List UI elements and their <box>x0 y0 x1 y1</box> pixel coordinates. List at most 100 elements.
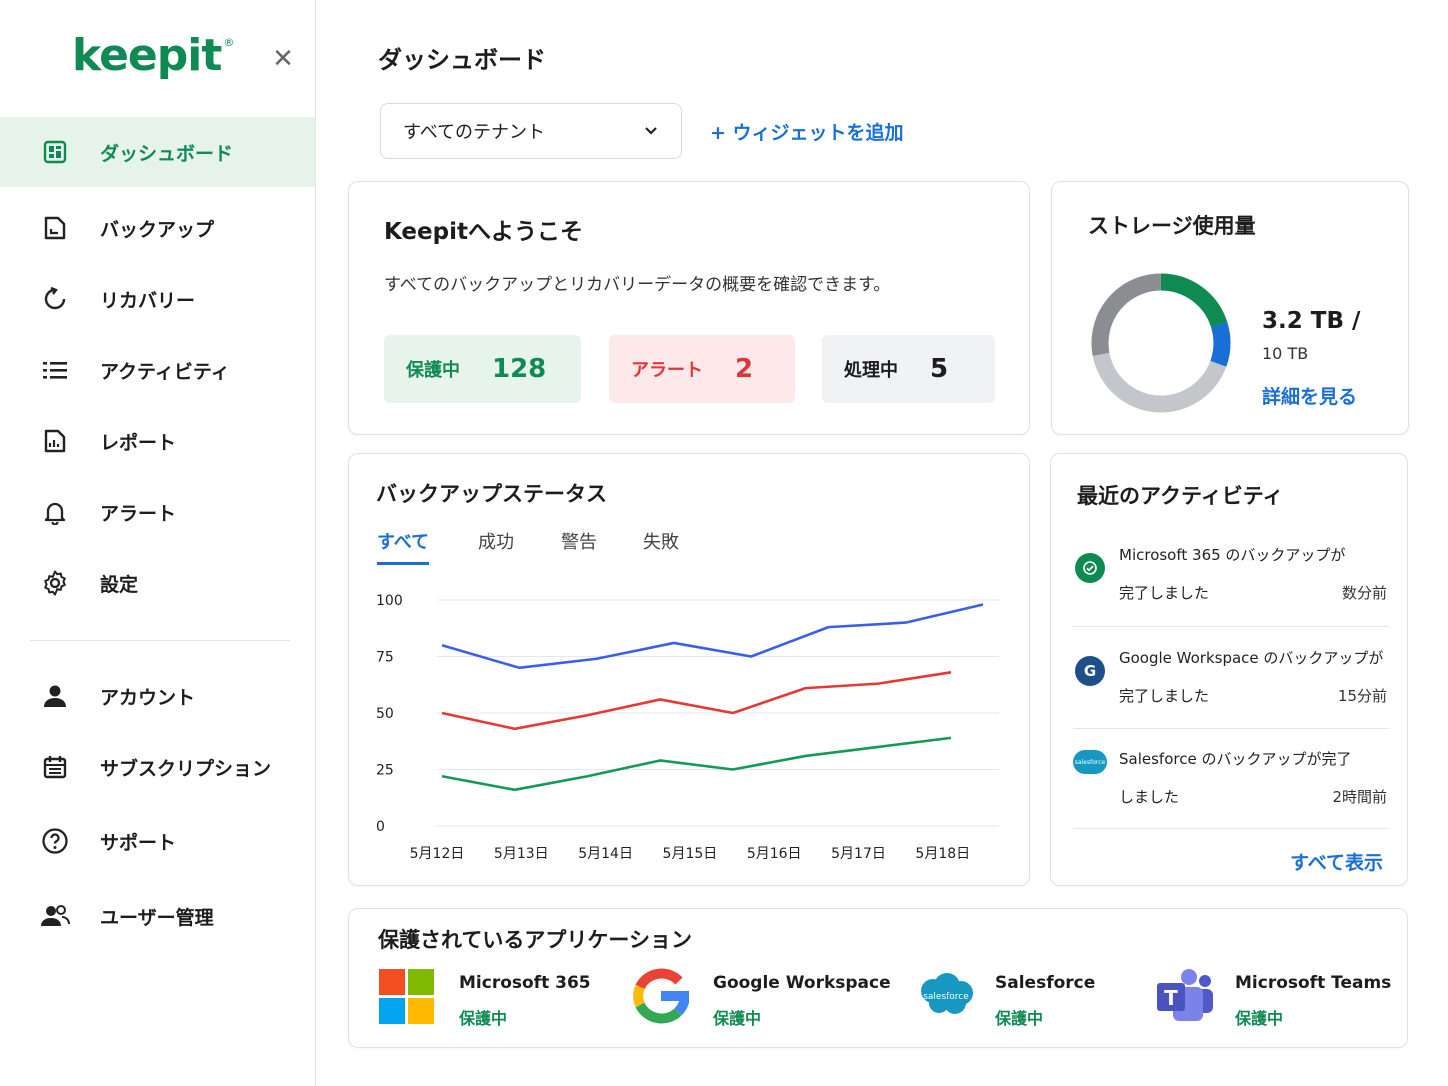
sidebar-item-settings[interactable]: 設定 <box>0 548 315 618</box>
sidebar-item-label: レポート <box>100 431 177 454</box>
logo-text: keepit <box>72 30 222 81</box>
welcome-title: Keepitへようこそ <box>384 219 583 245</box>
tab-failure[interactable]: 失敗 <box>643 528 679 562</box>
app-name: Microsoft 365 <box>459 973 591 993</box>
welcome-subtitle: すべてのバックアップとリカバリーデータの概要を確認できます。 <box>384 275 891 295</box>
stat-label: 処理中 <box>844 360 898 381</box>
tab-warning[interactable]: 警告 <box>561 528 597 562</box>
sidebar-item-recovery[interactable]: リカバリー <box>0 264 315 334</box>
sidebar-item-label: ダッシュボード <box>100 142 234 165</box>
app-status: 保護中 <box>713 1009 762 1028</box>
activity-time: 15分前 <box>1337 687 1387 705</box>
teams-logo-letter: T <box>1164 986 1178 1010</box>
storage-details-link[interactable]: 詳細を見る <box>1262 382 1357 409</box>
tab-success[interactable]: 成功 <box>478 528 514 562</box>
storage-card: ストレージ使用量 3.2 TB / 10 TB 詳細を見る <box>1051 181 1409 435</box>
sidebar-item-label: リカバリー <box>100 289 196 312</box>
y-tick-label: 75 <box>376 650 394 666</box>
app-microsoft-teams[interactable]: T Microsoft Teams 保護中 <box>1155 967 1395 1028</box>
processing-stat[interactable]: 処理中 5 <box>822 335 995 403</box>
app-name: Salesforce <box>995 973 1096 993</box>
sidebar-item-backup[interactable]: バックアップ <box>0 193 315 263</box>
sidebar-item-label: サブスクリプション <box>100 757 272 780</box>
protected-stat[interactable]: 保護中 128 <box>384 335 581 403</box>
sidebar-item-label: バックアップ <box>100 218 215 241</box>
apps-title: 保護されているアプリケーション <box>378 928 692 952</box>
sidebar-item-label: サポート <box>100 831 177 854</box>
backup-file-icon <box>40 213 70 243</box>
stat-label: アラート <box>631 360 703 381</box>
add-widget-button[interactable]: + ウィジェットを追加 <box>710 118 904 145</box>
tenant-select[interactable]: すべてのテナント <box>380 103 682 159</box>
sidebar: keepit ® ✕ ダッシュボード バックアップ リカバリー アクティビティ レ… <box>0 0 316 1086</box>
app-microsoft-365[interactable]: Microsoft 365 保護中 <box>379 967 609 1028</box>
app-status: 保護中 <box>995 1009 1044 1028</box>
bell-icon <box>40 497 70 527</box>
welcome-card: Keepitへようこそ すべてのバックアップとリカバリーデータの概要を確認できま… <box>348 181 1030 435</box>
keepit-logo[interactable]: keepit ® <box>72 30 234 81</box>
tab-all[interactable]: すべて <box>377 528 430 565</box>
app-google-workspace[interactable]: Google Workspace 保護中 <box>633 967 891 1028</box>
y-tick-label: 25 <box>376 763 394 779</box>
salesforce-cloud-icon: salesforce <box>1073 750 1107 774</box>
storage-title: ストレージ使用量 <box>1088 214 1256 238</box>
app-status: 保護中 <box>459 1009 508 1028</box>
google-g-icon: G <box>1075 656 1105 686</box>
page-title: ダッシュボード <box>378 46 546 74</box>
activity-item[interactable]: salesforce Salesforce のバックアップが完了 しました 2時… <box>1051 748 1409 848</box>
alert-stat[interactable]: アラート 2 <box>609 335 795 403</box>
y-tick-label: 50 <box>376 706 394 722</box>
app-name: Google Workspace <box>713 973 891 993</box>
divider <box>1073 828 1389 829</box>
y-tick-label: 0 <box>376 819 385 835</box>
activity-text: しました <box>1119 788 1180 806</box>
storage-donut-chart <box>1091 273 1231 413</box>
user-icon <box>40 681 70 711</box>
sidebar-item-activity[interactable]: アクティビティ <box>0 335 315 405</box>
app-name: Microsoft Teams <box>1235 973 1392 993</box>
sidebar-item-account[interactable]: アカウント <box>0 661 315 731</box>
gear-icon <box>40 568 70 598</box>
sidebar-item-alert[interactable]: アラート <box>0 477 315 547</box>
sidebar-item-support[interactable]: サポート <box>0 806 315 876</box>
recovery-icon <box>40 284 70 314</box>
x-tick-label: 5月16日 <box>747 846 802 862</box>
sidebar-item-dashboard[interactable]: ダッシュボード <box>0 117 315 187</box>
report-icon <box>40 426 70 456</box>
sidebar-item-label: アラート <box>100 502 177 525</box>
salesforce-logo-icon: salesforce <box>915 967 973 1025</box>
calendar-icon <box>40 752 70 782</box>
activity-time: 2時間前 <box>1332 788 1387 806</box>
stat-label: 保護中 <box>406 360 460 381</box>
sidebar-item-label: ユーザー管理 <box>100 906 214 929</box>
sidebar-item-label: アカウント <box>100 686 196 709</box>
protected-apps-card: 保護されているアプリケーション Microsoft 365 保護中 Google… <box>348 908 1408 1048</box>
help-icon <box>40 826 70 856</box>
activity-text: 完了しました <box>1119 687 1210 705</box>
sidebar-item-report[interactable]: レポート <box>0 406 315 476</box>
sidebar-item-user-management[interactable]: ユーザー管理 <box>0 881 315 951</box>
series-line-1 <box>441 671 952 731</box>
activity-item[interactable]: G Google Workspace のバックアップが 完了しました 15分前 <box>1051 647 1409 747</box>
sidebar-item-label: 設定 <box>100 573 139 596</box>
activity-text: Google Workspace のバックアップが <box>1119 649 1384 667</box>
google-logo-icon <box>633 967 691 1025</box>
recent-activity-card: 最近のアクティビティ Microsoft 365 のバックアップが 完了しました… <box>1050 453 1408 886</box>
x-tick-label: 5月18日 <box>915 846 970 862</box>
salesforce-logo-text: salesforce <box>923 992 969 1002</box>
dashboard-icon <box>40 137 70 167</box>
app-salesforce[interactable]: salesforce Salesforce 保護中 <box>915 967 1115 1028</box>
sidebar-item-subscription[interactable]: サブスクリプション <box>0 732 315 802</box>
backup-status-line-chart: 100 75 50 25 0 5月12日 5月13日 5月14日 5月15日 5月16日 5月17日… <box>376 593 999 862</box>
activity-item[interactable]: Microsoft 365 のバックアップが 完了しました 数分前 <box>1051 544 1409 644</box>
sidebar-divider <box>30 640 290 641</box>
activity-list-icon <box>40 355 70 385</box>
sidebar-item-label: アクティビティ <box>100 360 230 383</box>
activity-title: 最近のアクティビティ <box>1077 484 1284 508</box>
show-all-link[interactable]: すべて表示 <box>1290 848 1383 875</box>
close-icon[interactable]: ✕ <box>268 44 298 74</box>
x-tick-label: 5月15日 <box>663 846 718 862</box>
divider <box>1073 626 1389 627</box>
series-line-2 <box>441 736 952 792</box>
x-tick-label: 5月14日 <box>578 846 633 862</box>
